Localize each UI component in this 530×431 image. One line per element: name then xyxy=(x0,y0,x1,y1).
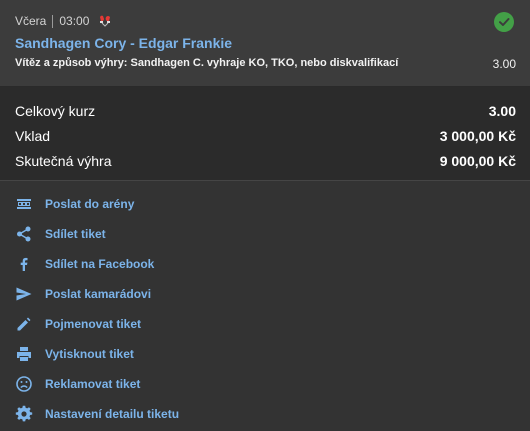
action-label: Poslat kamarádovi xyxy=(45,287,152,301)
action-label: Sdílet tiket xyxy=(45,227,106,241)
bet-card: Včera 03:00 Sandhagen Cory - Edgar Frank… xyxy=(0,0,530,87)
printer-icon xyxy=(15,345,33,363)
send-to-arena-button[interactable]: Poslat do arény xyxy=(0,189,530,219)
ticket-detail-settings-button[interactable]: Nastavení detailu tiketu xyxy=(0,399,530,429)
pencil-icon xyxy=(15,315,33,333)
facebook-icon xyxy=(15,255,33,273)
complain-ticket-button[interactable]: Reklamovat tiket xyxy=(0,369,530,399)
share-icon xyxy=(15,225,33,243)
action-label: Sdílet na Facebook xyxy=(45,257,155,271)
gear-icon xyxy=(15,405,33,423)
action-label: Reklamovat tiket xyxy=(45,377,141,391)
bet-market: Vítěz a způsob výhry: Sandhagen C. vyhra… xyxy=(15,57,399,69)
share-facebook-button[interactable]: Sdílet na Facebook xyxy=(0,249,530,279)
meta-divider xyxy=(52,14,54,28)
payout-row: Skutečná výhra 9 000,00 Kč xyxy=(0,149,530,174)
action-label: Nastavení detailu tiketu xyxy=(45,407,180,421)
rename-ticket-button[interactable]: Pojmenovat tiket xyxy=(0,309,530,339)
total-odds-label: Celkový kurz xyxy=(15,103,96,119)
action-label: Vytisknout tiket xyxy=(45,347,134,361)
sad-face-icon xyxy=(15,375,33,393)
stake-value: 3 000,00 Kč xyxy=(439,128,516,144)
ticket-actions: Poslat do arény Sdílet tiket Sdílet na F… xyxy=(0,181,530,429)
bet-day: Včera xyxy=(15,14,47,28)
action-label: Pojmenovat tiket xyxy=(45,317,142,331)
bet-time: 03:00 xyxy=(59,14,90,28)
boxing-gloves-icon xyxy=(98,14,112,28)
share-ticket-button[interactable]: Sdílet tiket xyxy=(0,219,530,249)
bet-odds: 3.00 xyxy=(492,57,516,71)
bet-meta: Včera 03:00 xyxy=(15,14,112,28)
arena-icon xyxy=(15,195,33,213)
payout-value: 9 000,00 Kč xyxy=(439,153,516,169)
total-odds-row: Celkový kurz 3.00 xyxy=(0,99,530,124)
total-odds-value: 3.00 xyxy=(488,103,516,119)
print-ticket-button[interactable]: Vytisknout tiket xyxy=(0,339,530,369)
match-link[interactable]: Sandhagen Cory - Edgar Frankie xyxy=(15,35,232,51)
action-label: Poslat do arény xyxy=(45,197,135,211)
stake-label: Vklad xyxy=(15,128,51,144)
send-icon xyxy=(15,285,33,303)
ticket-summary: Celkový kurz 3.00 Vklad 3 000,00 Kč Skut… xyxy=(0,87,530,181)
check-circle-icon xyxy=(494,12,514,32)
stake-row: Vklad 3 000,00 Kč xyxy=(0,124,530,149)
send-to-friend-button[interactable]: Poslat kamarádovi xyxy=(0,279,530,309)
payout-label: Skutečná výhra xyxy=(15,153,112,169)
